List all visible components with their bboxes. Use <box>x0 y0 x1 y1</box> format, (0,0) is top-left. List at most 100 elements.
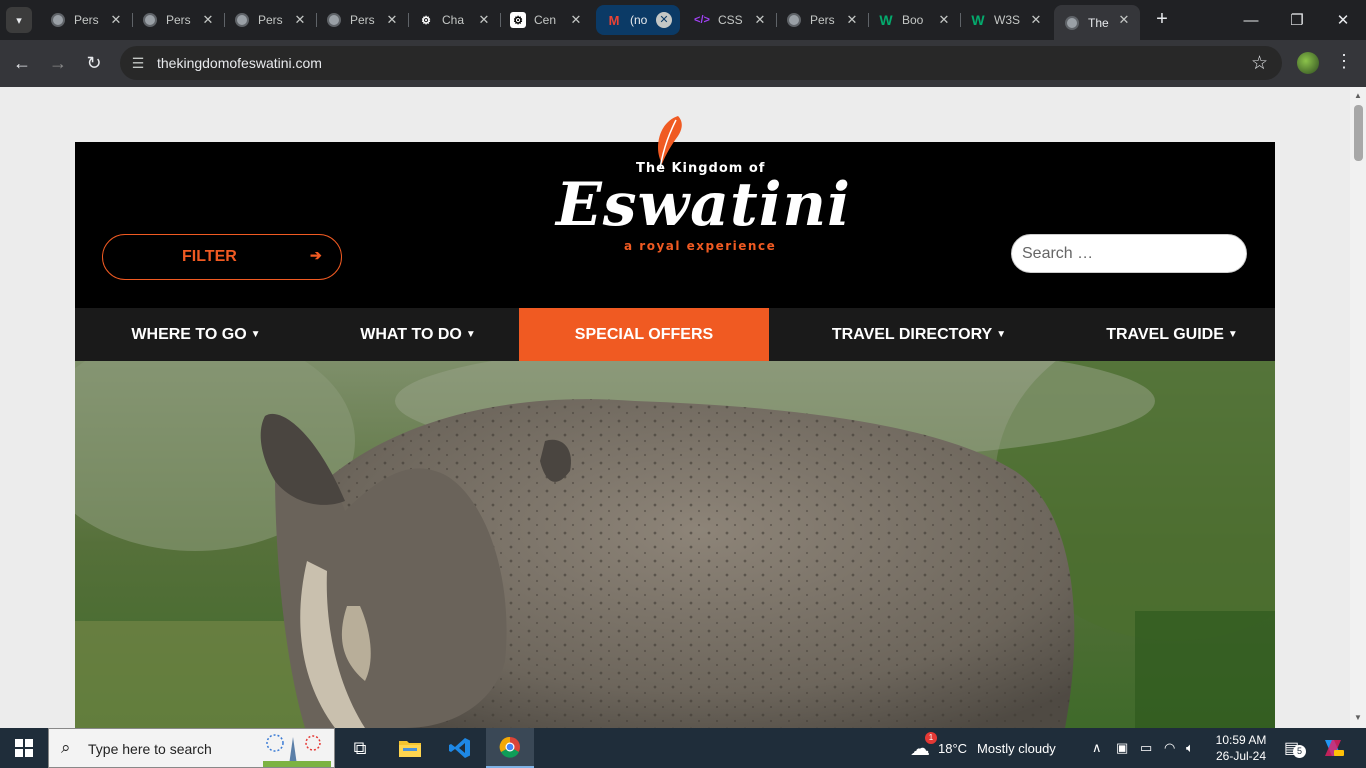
logo-tagline: a royal experience <box>624 239 777 253</box>
browser-toolbar: ← → ↻ ☰ thekingdomofeswatini.com ☆ ⋮ <box>0 40 1366 87</box>
close-icon[interactable]: ✕ <box>108 12 124 28</box>
task-view-button[interactable]: ⧉ <box>336 728 384 768</box>
nav-item-where-to-go[interactable]: WHERE TO GO ▼ <box>75 308 317 361</box>
profile-avatar[interactable] <box>1297 52 1319 74</box>
tab-title: Boo <box>902 13 924 27</box>
notification-count: 5 <box>1293 745 1306 758</box>
url-text[interactable]: thekingdomofeswatini.com <box>157 55 322 71</box>
page-viewport: The Kingdom of Eswatini a royal experien… <box>0 87 1350 728</box>
globe-icon <box>786 12 802 28</box>
browser-tab[interactable]: M (no ✕ <box>596 5 680 35</box>
weather-widget[interactable]: ☁ 1 18°C Mostly cloudy <box>910 728 1056 768</box>
tab-title: Pers <box>166 13 191 27</box>
show-hidden-icons-button[interactable]: ∧ <box>1092 728 1102 768</box>
nav-label: WHERE TO GO <box>131 326 247 343</box>
w-icon: W <box>971 12 985 28</box>
weather-desc: Mostly cloudy <box>977 740 1056 756</box>
weather-temp: 18°C <box>938 740 968 756</box>
gmail-icon: M <box>608 12 620 28</box>
bookmark-star-icon[interactable]: ☆ <box>1251 52 1268 75</box>
site-logo[interactable]: The Kingdom of Eswatini a royal experien… <box>550 114 850 264</box>
monitor-icon[interactable]: ▭ <box>1140 728 1152 768</box>
copilot-button[interactable] <box>1322 728 1344 768</box>
nav-item-travel-directory[interactable]: TRAVEL DIRECTORY ▼ <box>769 308 1069 361</box>
nav-label: TRAVEL GUIDE <box>1106 326 1224 343</box>
browser-tab[interactable]: Pers ✕ <box>132 5 225 35</box>
nav-label: SPECIAL OFFERS <box>574 326 714 343</box>
menu-kebab-icon[interactable]: ⋮ <box>1335 51 1353 72</box>
scroll-down-icon[interactable]: ▼ <box>1353 713 1363 722</box>
browser-tab-strip: ▾ Pers ✕ Pers ✕ Pers ✕ Pers ✕ ⚙ Cha ✕ ⚙ … <box>0 0 1366 41</box>
start-button[interactable] <box>0 728 48 768</box>
globe-icon <box>142 12 158 28</box>
tab-search-button[interactable]: ▾ <box>6 7 32 33</box>
tab-title: Pers <box>350 13 375 27</box>
site-search-input[interactable]: Search … <box>1011 234 1247 273</box>
restore-button[interactable]: ❐ <box>1274 0 1320 40</box>
scrollbar-thumb[interactable] <box>1354 105 1363 161</box>
browser-tab[interactable]: ⚙ Cha ✕ <box>408 5 501 35</box>
close-icon[interactable]: ✕ <box>936 12 952 28</box>
weather-badge: 1 <box>925 731 937 744</box>
windows-logo-icon <box>15 739 33 757</box>
tab-title: Cha <box>442 13 465 27</box>
taskbar-search-box[interactable]: ⌕ Type here to search <box>48 728 335 768</box>
close-icon[interactable]: ✕ <box>292 12 308 28</box>
close-icon[interactable]: ✕ <box>752 12 768 28</box>
file-explorer-button[interactable] <box>386 728 434 768</box>
nav-label: WHAT TO DO <box>360 326 462 343</box>
task-view-icon: ⧉ <box>353 737 367 758</box>
address-bar[interactable]: ☰ thekingdomofeswatini.com ☆ <box>120 46 1282 80</box>
chrome-button[interactable] <box>486 728 534 768</box>
filter-label: FILTER <box>182 248 237 265</box>
browser-tab[interactable]: W W3S ✕ <box>960 5 1052 35</box>
close-icon[interactable]: ✕ <box>384 12 400 28</box>
cloud-icon: ☁ 1 <box>910 731 937 761</box>
site-header: The Kingdom of Eswatini a royal experien… <box>75 116 1275 308</box>
browser-tab[interactable]: Pers ✕ <box>316 5 409 35</box>
close-icon[interactable]: ✕ <box>1116 12 1132 28</box>
filter-button[interactable]: FILTER ➔ <box>102 234 342 280</box>
tab-title: CSS <box>718 13 743 27</box>
notification-icon: ▤ 5 <box>1284 738 1306 758</box>
browser-tab[interactable]: Pers ✕ <box>776 5 869 35</box>
browser-tab[interactable]: W Boo ✕ <box>868 5 961 35</box>
browser-tab-active[interactable]: The ✕ <box>1054 5 1140 41</box>
back-button[interactable]: ← <box>9 50 35 76</box>
minimize-button[interactable]: — <box>1228 0 1274 40</box>
nav-item-what-to-do[interactable]: WHAT TO DO ▼ <box>317 308 519 361</box>
close-icon[interactable]: ✕ <box>1028 12 1044 28</box>
tab-title: (no <box>630 13 648 27</box>
tab-title: W3S <box>994 13 1021 27</box>
wifi-icon[interactable]: ◠ <box>1164 728 1175 768</box>
close-icon[interactable]: ✕ <box>200 12 216 28</box>
forward-button[interactable]: → <box>45 50 71 76</box>
scroll-up-icon[interactable]: ▲ <box>1353 91 1363 100</box>
vscode-button[interactable] <box>436 728 484 768</box>
reload-button[interactable]: ↻ <box>81 50 107 76</box>
search-highlight-icon <box>263 734 331 767</box>
browser-tab[interactable]: Pers ✕ <box>224 5 317 35</box>
nav-item-special-offers[interactable]: SPECIAL OFFERS <box>519 308 769 361</box>
page-scrollbar[interactable]: ▲ ▼ <box>1350 87 1366 728</box>
tab-title: Pers <box>74 13 99 27</box>
notifications-button[interactable]: ▤ 5 <box>1284 728 1306 768</box>
close-icon[interactable]: ✕ <box>656 12 672 28</box>
clock[interactable]: 10:59 AM 26-Jul-24 <box>1208 728 1274 768</box>
close-window-button[interactable]: ✕ <box>1320 0 1366 40</box>
close-icon[interactable]: ✕ <box>476 12 492 28</box>
browser-tab[interactable]: ⚙ Cen ✕ <box>500 5 592 35</box>
close-icon[interactable]: ✕ <box>844 12 860 28</box>
volume-icon[interactable]: 🔈︎ <box>1186 728 1194 768</box>
meet-now-icon[interactable]: ▣ <box>1116 728 1128 768</box>
new-tab-button[interactable]: + <box>1150 8 1174 32</box>
nav-item-travel-guide[interactable]: TRAVEL GUIDE ▼ <box>1069 308 1275 361</box>
browser-tab[interactable]: </> CSS ✕ <box>684 5 777 35</box>
clock-date: 26-Jul-24 <box>1215 749 1267 763</box>
site-info-icon[interactable]: ☰ <box>130 55 146 71</box>
close-icon[interactable]: ✕ <box>568 12 584 28</box>
windows-taskbar: ⌕ Type here to search ⧉ ☁ 1 18°C Mostly c… <box>0 728 1366 768</box>
logo-main-text: Eswatini <box>556 170 851 240</box>
browser-tab[interactable]: Pers ✕ <box>40 5 133 35</box>
tab-title: Pers <box>258 13 283 27</box>
